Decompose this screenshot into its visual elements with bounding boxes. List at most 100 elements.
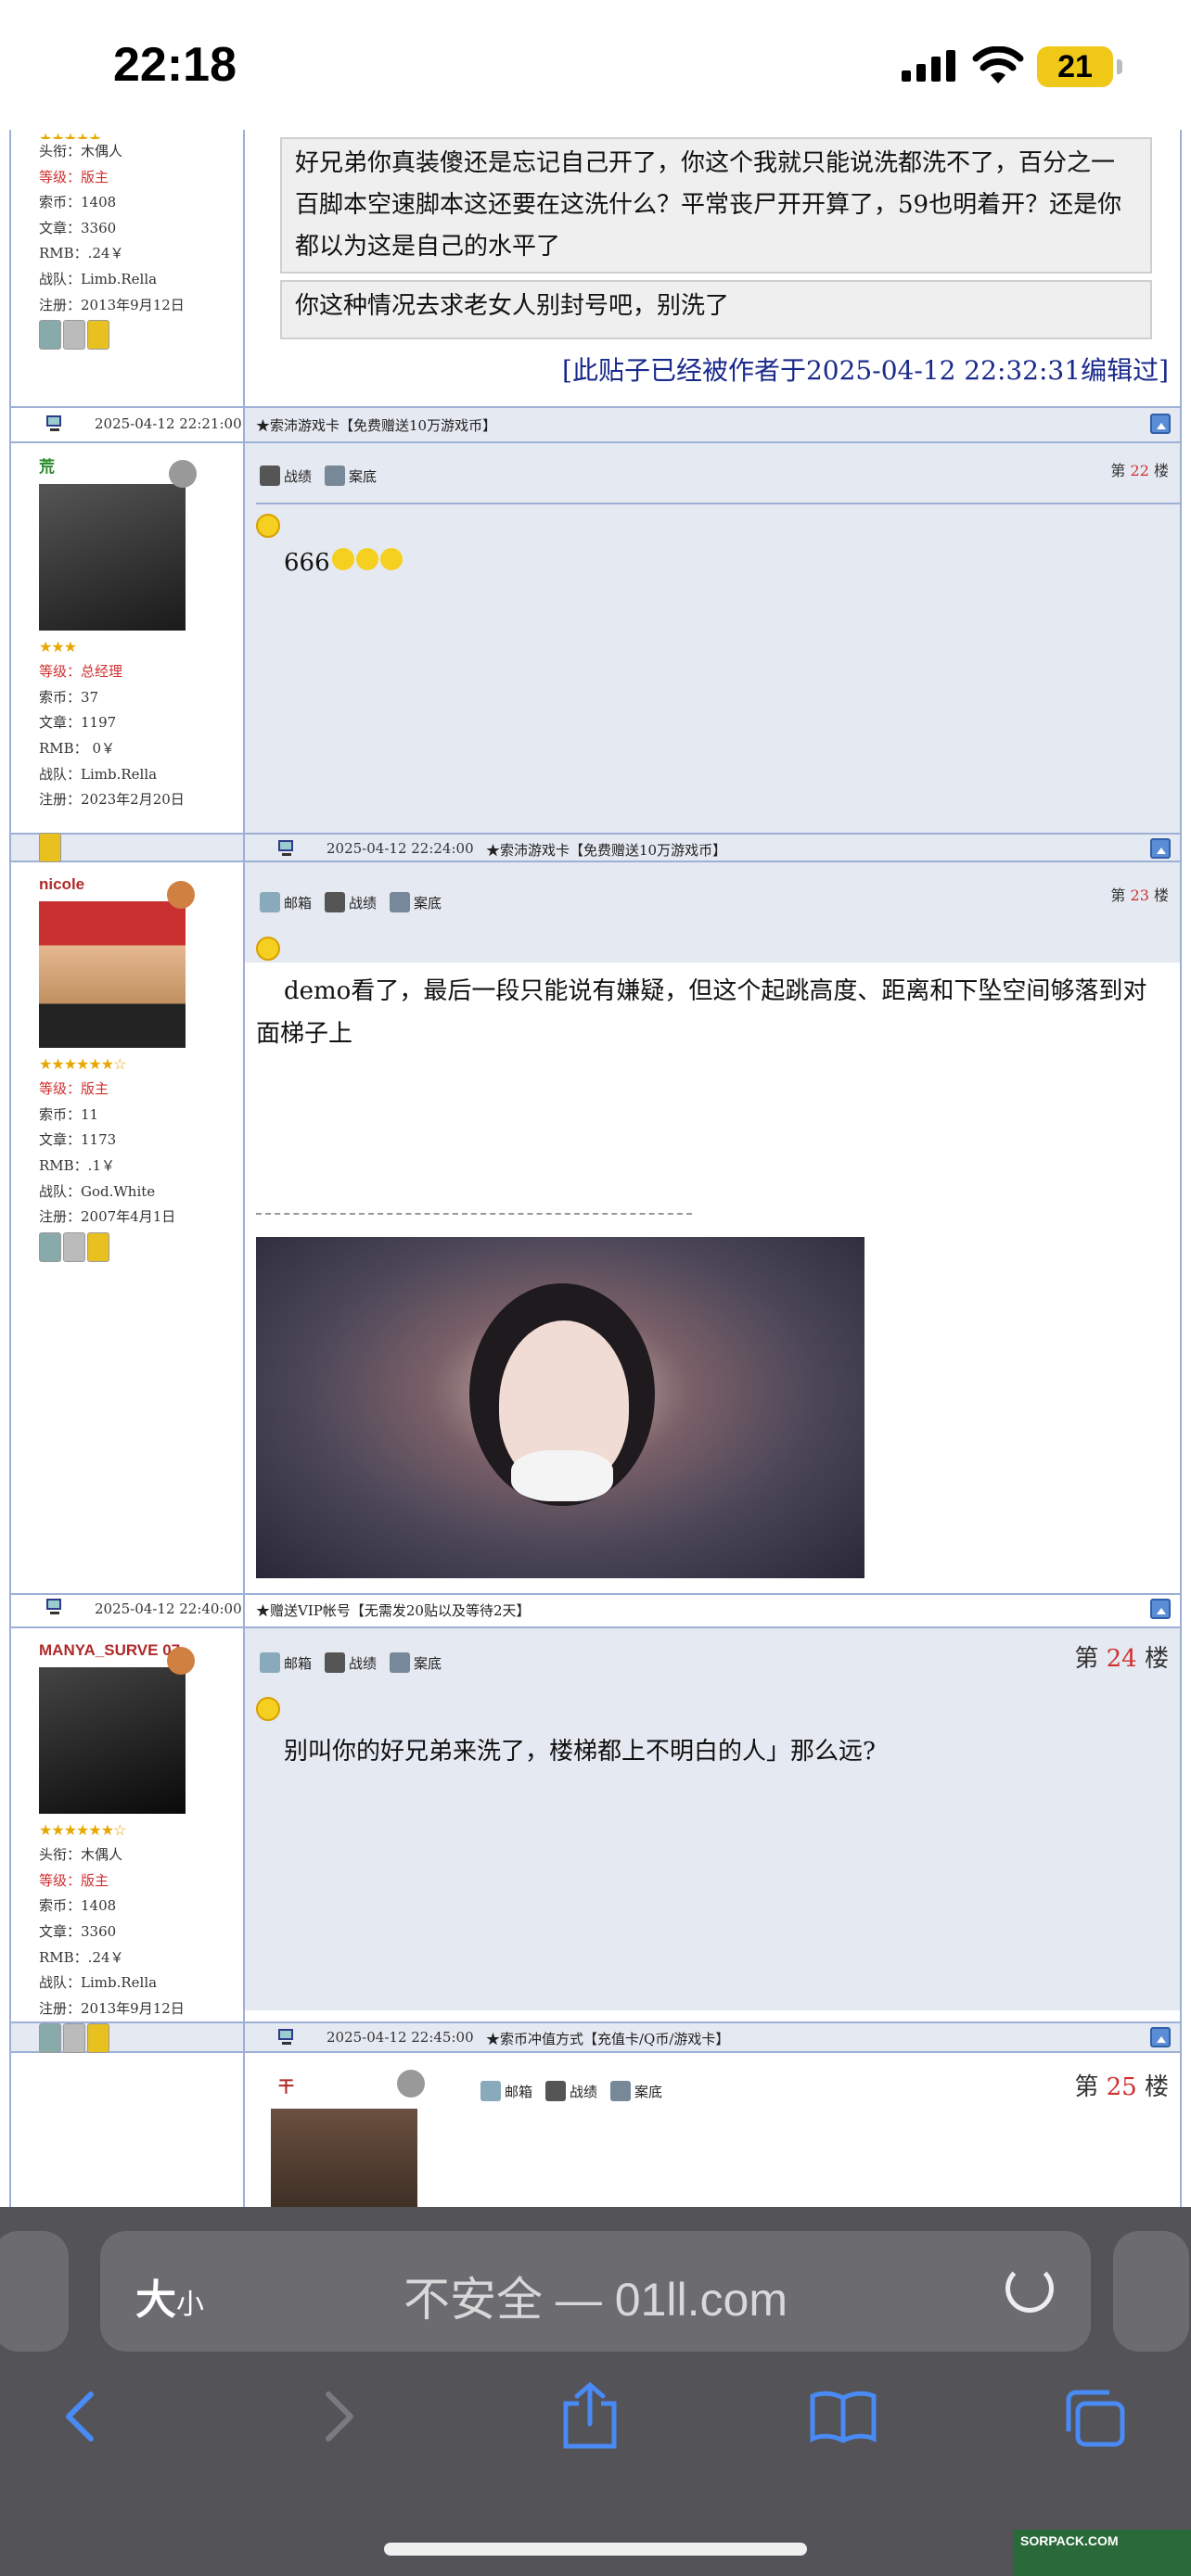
previous-tab[interactable]	[0, 2231, 69, 2352]
gender-avatar-icon	[167, 1647, 195, 1675]
next-tab[interactable]	[1113, 2231, 1189, 2352]
avatar[interactable]	[39, 483, 186, 631]
computer-icon	[46, 1599, 61, 1614]
computer-icon	[278, 2029, 293, 2045]
monitor-icon	[390, 892, 411, 912]
floor-number: 第 22 楼	[1110, 462, 1169, 479]
record-button[interactable]: 战绩	[260, 465, 312, 486]
cellular-signal-icon	[902, 50, 955, 82]
medals	[39, 320, 185, 351]
emoji-icon	[331, 548, 354, 570]
user-nickname[interactable]: 荒	[39, 454, 186, 480]
case-button[interactable]: 案底	[390, 892, 442, 912]
user-level: 等级：版主	[39, 1080, 109, 1098]
url-text[interactable]: 不安全 — 01ll.com	[100, 2263, 1091, 2329]
avatar[interactable]	[39, 900, 186, 1048]
user-level: 等级：版主	[39, 168, 109, 185]
user-team: 战队：God.White	[39, 1182, 156, 1200]
user-nickname[interactable]: MANYA_SURVE 07	[39, 1638, 186, 1664]
record-button[interactable]: 战绩	[325, 1652, 377, 1673]
user-team: 战队：Limb.Rella	[39, 1974, 158, 1992]
smiley-icon	[256, 1697, 280, 1721]
user-articles: 文章：3360	[39, 219, 117, 236]
user-registered: 注册：2013年9月12日	[39, 296, 185, 313]
monitor-icon	[610, 2081, 632, 2101]
back-to-top-button[interactable]	[1150, 1599, 1171, 1619]
share-icon[interactable]	[560, 2381, 620, 2450]
back-to-top-button[interactable]	[1150, 2027, 1171, 2047]
user-registered: 注册：2013年9月12日	[39, 1999, 185, 2017]
post-actions: 邮箱 战绩 案底	[260, 892, 442, 912]
user-info-22: 荒 ★★★ 等级：总经理 索币：37 文章：1197 RMB： 0￥ 战队：Li…	[39, 454, 186, 813]
tabs-icon[interactable]	[1063, 2389, 1128, 2450]
gun-icon	[260, 465, 280, 486]
mailbox-button[interactable]: 邮箱	[260, 1652, 312, 1673]
gun-icon	[545, 2081, 567, 2101]
case-button[interactable]: 案底	[325, 465, 377, 486]
forward-icon[interactable]	[321, 2389, 358, 2444]
edit-notice: [此贴子已经被作者于2025-04-12 22:32:31编辑过]	[562, 355, 1169, 386]
user-team: 战队：Limb.Rella	[39, 765, 158, 783]
back-icon[interactable]	[61, 2389, 98, 2444]
record-button[interactable]: 战绩	[325, 892, 377, 912]
ad-link[interactable]: ★索沛游戏卡【免费赠送10万游戏币】	[256, 415, 496, 435]
user-nickname[interactable]: 干	[278, 2073, 294, 2097]
computer-icon	[46, 415, 61, 431]
back-to-top-button[interactable]	[1150, 838, 1171, 859]
ad-link[interactable]: ★赠送VIP帐号【无需发20贴以及等待2天】	[256, 1600, 530, 1620]
clock: 22:18	[113, 38, 237, 92]
post-image[interactable]	[256, 1237, 864, 1578]
post-datetime: 2025-04-12 22:45:00	[327, 2029, 474, 2046]
case-button[interactable]: 案底	[610, 2081, 662, 2101]
post-datetime: 2025-04-12 22:24:00	[327, 840, 474, 857]
avatar[interactable]	[271, 2109, 417, 2207]
smiley-icon	[256, 514, 280, 538]
quote-block-2: 你这种情况去求老女人别封号吧，别洗了	[280, 280, 1152, 339]
record-button[interactable]: 战绩	[545, 2081, 597, 2101]
wifi-icon	[972, 46, 1024, 83]
user-level: 等级：总经理	[39, 663, 123, 681]
post-body: demo看了，最后一段只能说有嫌疑，但这个起跳高度、距离和下坠空间够落到对面梯子…	[256, 977, 1147, 1048]
post-datetime: 2025-04-12 22:21:00	[95, 415, 242, 432]
reload-icon[interactable]	[1005, 2264, 1054, 2313]
post-actions: 邮箱 战绩 案底	[480, 2081, 662, 2101]
ad-link[interactable]: ★索沛游戏卡【免费赠送10万游戏币】	[486, 840, 726, 860]
user-info-23: nicole ★★★★★★☆ 等级：版主 索币：11 文章：1173 RMB：.…	[39, 872, 186, 1262]
smiley-icon	[256, 937, 280, 961]
post-24-body-bg	[243, 1626, 1180, 2010]
user-registered: 注册：2023年2月20日	[39, 791, 185, 809]
back-to-top-button[interactable]	[1150, 414, 1171, 434]
user-title: 头衔：木偶人	[39, 1846, 123, 1864]
gender-avatar-icon	[397, 2070, 425, 2098]
quote-block: 好兄弟你真装傻还是忘记自己开了，你这个我就只能说洗都洗不了，百分之一百脚本空速脚…	[280, 137, 1152, 274]
battery-indicator: 21	[1037, 46, 1122, 87]
safari-toolbar: 大小 不安全 — 01ll.com	[0, 2207, 1191, 2576]
case-button[interactable]: 案底	[390, 1652, 442, 1673]
emoji-icon	[355, 548, 378, 570]
address-bar[interactable]: 大小 不安全 — 01ll.com	[100, 2231, 1091, 2352]
user-articles: 文章：1197	[39, 714, 117, 732]
gun-icon	[325, 892, 346, 912]
user-articles: 文章：3360	[39, 1922, 117, 1940]
gender-avatar-icon	[169, 460, 197, 488]
user-articles: 文章：1173	[39, 1131, 117, 1149]
mail-icon	[260, 892, 280, 912]
user-rmb: RMB：.1￥	[39, 1156, 115, 1174]
computer-icon	[278, 840, 293, 856]
mail-icon	[260, 1652, 280, 1673]
user-team: 战队：Limb.Rella	[39, 270, 158, 287]
post-body: 666	[284, 542, 403, 584]
ad-link[interactable]: ★索币冲值方式【充值卡/Q币/游戏卡】	[486, 2029, 729, 2048]
user-coins: 索币：1408	[39, 1897, 117, 1915]
mailbox-button[interactable]: 邮箱	[260, 892, 312, 912]
user-nickname[interactable]: nicole	[39, 872, 186, 898]
signature-divider	[256, 1213, 692, 1215]
avatar[interactable]	[39, 1666, 186, 1814]
user-coins: 索币：11	[39, 1105, 99, 1123]
post-actions: 战绩 案底	[260, 465, 377, 486]
medals	[39, 2023, 186, 2054]
mailbox-button[interactable]: 邮箱	[480, 2081, 532, 2101]
bookmarks-icon[interactable]	[809, 2389, 877, 2444]
user-registered: 注册：2007年4月1日	[39, 1208, 176, 1226]
monitor-icon	[390, 1652, 411, 1673]
